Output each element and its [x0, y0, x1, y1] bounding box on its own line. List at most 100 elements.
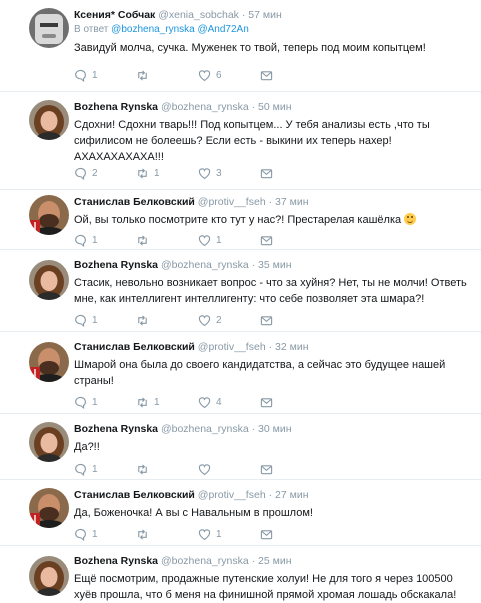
- retweet-count: 1: [154, 167, 160, 179]
- tweet[interactable]: Станислав Белковский @protiv__fseh · 32 …: [0, 332, 481, 414]
- tweet-time[interactable]: 57 мин: [248, 9, 281, 21]
- author-name[interactable]: Bozhena Rynska: [74, 555, 158, 567]
- avatar-bozhena[interactable]: [29, 260, 69, 300]
- author-handle[interactable]: @protiv__fseh: [198, 489, 266, 501]
- dm-icon: [260, 396, 273, 409]
- reply-button[interactable]: 1: [74, 396, 136, 409]
- retweet-button[interactable]: 1: [136, 167, 198, 180]
- reply-button[interactable]: 1: [74, 69, 136, 82]
- tweet-header: Bozhena Rynska @bozhena_rynska · 35 мин: [74, 258, 475, 272]
- like-icon: [198, 234, 211, 247]
- avatar-bozhena[interactable]: [29, 422, 69, 462]
- reply-count: 1: [92, 314, 98, 326]
- reply-button[interactable]: 1: [74, 463, 136, 476]
- separator-dot: ·: [251, 423, 256, 435]
- tweet[interactable]: Ксения* Собчак @xenia_sobchak · 57 мин В…: [0, 0, 481, 92]
- like-icon: [198, 314, 211, 327]
- tweet-time[interactable]: 30 мин: [258, 423, 291, 435]
- like-button[interactable]: 2: [198, 314, 260, 327]
- tweet-header: Ксения* Собчак @xenia_sobchak · 57 мин: [74, 8, 475, 22]
- tweet-actions: 1 1: [74, 233, 322, 247]
- avatar-stanislav[interactable]: [29, 342, 69, 382]
- like-icon: [198, 69, 211, 82]
- tweet-time[interactable]: 35 мин: [258, 259, 291, 271]
- dm-icon: [260, 463, 273, 476]
- like-button[interactable]: [198, 463, 260, 476]
- separator-dot: ·: [268, 489, 273, 501]
- reply-users-link[interactable]: @bozhena_rynska @And72An: [111, 24, 249, 35]
- like-count: 4: [216, 396, 222, 408]
- retweet-button[interactable]: [136, 528, 198, 541]
- author-name[interactable]: Станислав Белковский: [74, 341, 195, 353]
- tweet-text: Да?!!: [74, 441, 100, 453]
- avatar-stanislav[interactable]: [29, 488, 69, 528]
- author-handle[interactable]: @xenia_sobchak: [158, 9, 239, 21]
- dm-button[interactable]: [260, 234, 322, 247]
- tweet[interactable]: Станислав Белковский @protiv__fseh · 37 …: [0, 190, 481, 250]
- avatar-bozhena[interactable]: [29, 100, 69, 140]
- reply-button[interactable]: 1: [74, 314, 136, 327]
- reply-button[interactable]: 1: [74, 528, 136, 541]
- author-name[interactable]: Bozhena Rynska: [74, 423, 158, 435]
- retweet-button[interactable]: [136, 314, 198, 327]
- tweet[interactable]: Bozhena Rynska @bozhena_rynska · 50 мин …: [0, 92, 481, 190]
- tweet-time[interactable]: 32 мин: [275, 341, 308, 353]
- tweet-header: Bozhena Rynska @bozhena_rynska · 25 мин: [74, 554, 475, 568]
- like-count: 3: [216, 167, 222, 179]
- author-handle[interactable]: @protiv__fseh: [198, 341, 266, 353]
- tweet-time[interactable]: 25 мин: [258, 555, 291, 567]
- retweet-button[interactable]: [136, 69, 198, 82]
- retweet-icon: [136, 528, 149, 541]
- dm-icon: [260, 314, 273, 327]
- reply-button[interactable]: 2: [74, 167, 136, 180]
- tweet-time[interactable]: 50 мин: [258, 101, 291, 113]
- author-handle[interactable]: @bozhena_rynska: [161, 423, 249, 435]
- author-handle[interactable]: @protiv__fseh: [198, 196, 266, 208]
- tweet-header: Станислав Белковский @protiv__fseh · 27 …: [74, 488, 475, 502]
- tweet-header: Станислав Белковский @protiv__fseh · 32 …: [74, 340, 475, 354]
- like-button[interactable]: 4: [198, 396, 260, 409]
- tweet-text: Да, Боженочка! А вы с Навальным в прошло…: [74, 507, 313, 519]
- like-button[interactable]: 3: [198, 167, 260, 180]
- dm-button[interactable]: [260, 463, 322, 476]
- reply-icon: [74, 69, 87, 82]
- reply-button[interactable]: 1: [74, 234, 136, 247]
- reply-count: 1: [92, 528, 98, 540]
- reply-count: 1: [92, 396, 98, 408]
- avatar-ksenia[interactable]: [29, 8, 69, 48]
- tweet-actions: 1 6: [74, 68, 322, 82]
- tweet-actions: 2 1 3: [74, 166, 322, 180]
- tweet[interactable]: Станислав Белковский @protiv__fseh · 27 …: [0, 480, 481, 546]
- like-button[interactable]: 1: [198, 528, 260, 541]
- dm-button[interactable]: [260, 69, 322, 82]
- reply-icon: [74, 463, 87, 476]
- dm-button[interactable]: [260, 167, 322, 180]
- tweet[interactable]: Bozhena Rynska @bozhena_rynska · 30 мин …: [0, 414, 481, 480]
- author-handle[interactable]: @bozhena_rynska: [161, 259, 249, 271]
- retweet-button[interactable]: [136, 463, 198, 476]
- author-name[interactable]: Bozhena Rynska: [74, 101, 158, 113]
- like-button[interactable]: 6: [198, 69, 260, 82]
- dm-button[interactable]: [260, 314, 322, 327]
- retweet-icon: [136, 69, 149, 82]
- retweet-button[interactable]: 1: [136, 396, 198, 409]
- separator-dot: ·: [251, 259, 256, 271]
- tweet-time[interactable]: 27 мин: [275, 489, 308, 501]
- like-button[interactable]: 1: [198, 234, 260, 247]
- author-name[interactable]: Ксения* Собчак: [74, 9, 155, 21]
- reply-icon: [74, 234, 87, 247]
- retweet-button[interactable]: [136, 234, 198, 247]
- author-handle[interactable]: @bozhena_rynska: [161, 101, 249, 113]
- author-name[interactable]: Станислав Белковский: [74, 489, 195, 501]
- tweet-header: Станислав Белковский @protiv__fseh · 37 …: [74, 195, 475, 209]
- author-name[interactable]: Станислав Белковский: [74, 196, 195, 208]
- tweet[interactable]: Bozhena Rynska @bozhena_rynska · 25 мин …: [0, 546, 481, 601]
- author-handle[interactable]: @bozhena_rynska: [161, 555, 249, 567]
- author-name[interactable]: Bozhena Rynska: [74, 259, 158, 271]
- tweet-time[interactable]: 37 мин: [275, 196, 308, 208]
- avatar-stanislav[interactable]: [29, 195, 69, 235]
- dm-button[interactable]: [260, 396, 322, 409]
- dm-button[interactable]: [260, 528, 322, 541]
- tweet[interactable]: Bozhena Rynska @bozhena_rynska · 35 мин …: [0, 250, 481, 332]
- avatar-bozhena[interactable]: [29, 556, 69, 596]
